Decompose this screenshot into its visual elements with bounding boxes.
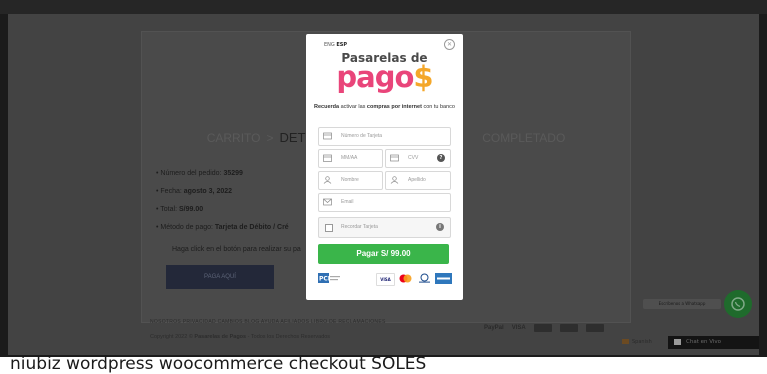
whatsapp-button[interactable] — [724, 290, 752, 318]
remember-card-checkbox[interactable] — [325, 224, 333, 232]
amex-logo — [435, 273, 452, 284]
expiry-placeholder: MM/AA — [341, 155, 358, 161]
chat-icon — [674, 338, 681, 345]
flag-icon — [622, 339, 629, 344]
remember-card-label: Recordar Tarjeta — [341, 224, 378, 230]
last-name-placeholder: Apellido — [408, 177, 426, 183]
order-total-row: • Total: S/99.00 — [156, 206, 204, 213]
browser-top-bar — [0, 0, 767, 15]
pci-logo: PCI — [318, 273, 342, 284]
step-details: DET — [279, 130, 306, 145]
order-date-value: agosto 3, 2022 — [183, 188, 233, 195]
pci-label: PCI — [319, 276, 330, 283]
pay-instructions: Haga click en el botón para realizar su … — [172, 246, 301, 253]
email-field[interactable]: Email — [318, 193, 451, 212]
remember-card-row: Recordar Tarjeta i — [318, 217, 451, 238]
cvv-placeholder: CVV — [408, 155, 419, 161]
chat-label: Chat en Vivo — [686, 339, 722, 345]
order-date-row: • Fecha: agosto 3, 2022 — [156, 188, 233, 195]
page-viewport: CARRITO > DET COMPLETADO • Número del pedi… — [8, 14, 759, 355]
tagline-suffix: con tu banco — [421, 104, 455, 110]
envelope-icon — [323, 198, 332, 206]
lang-esp[interactable]: ESP — [336, 42, 347, 48]
order-summary: • Número del pedido: 35299 • Fecha: agos… — [156, 170, 289, 242]
calendar-icon — [323, 154, 332, 162]
copyright-suffix: - Todos los Derechos Reservados — [246, 334, 331, 340]
info-icon[interactable]: i — [436, 223, 444, 231]
first-name-field[interactable]: Nombre — [318, 171, 383, 190]
payment-method-row: • Método de pago: Tarjeta de Débito / Cr… — [156, 224, 289, 231]
first-name-placeholder: Nombre — [341, 177, 359, 183]
tagline-prefix: Recuerda — [314, 104, 340, 110]
paypal-logo: PayPal — [484, 325, 504, 331]
order-number-value: 35299 — [223, 170, 243, 177]
footer-payment-logos: PayPal VISA — [484, 322, 604, 334]
footer-copyright: Copyright 2022 © Pasarelas de Pagos - To… — [150, 334, 330, 340]
step-cart[interactable]: CARRITO — [207, 131, 261, 145]
tagline-bold: compras por internet — [366, 104, 422, 110]
order-number-label: Número del pedido: — [160, 170, 222, 177]
modal-tagline: Recuerda activar las compras por interne… — [312, 103, 457, 111]
pay-here-button[interactable]: PAGA AQUÍ — [166, 265, 274, 289]
top-bar-field — [599, 0, 749, 15]
tagline-mid: activar las — [339, 104, 367, 110]
whatsapp-tooltip: Escríbenos a Whatsapp — [643, 299, 721, 309]
card-logo-icon — [585, 324, 604, 332]
brand-logo-main: pago$ — [306, 60, 463, 94]
accepted-cards: VISA — [376, 273, 452, 286]
copyright-prefix: Copyright 2022 © — [150, 334, 195, 340]
pay-submit-button[interactable]: Pagar S/ 99.00 — [318, 244, 449, 264]
language-label: Spanish — [632, 339, 652, 345]
payment-method-label: Método de pago: — [160, 224, 213, 231]
step-completed: COMPLETADO — [482, 131, 566, 145]
footer-links[interactable]: NOSOTROS PRIVACIDAD CAMBIOS BLOG AYUDA A… — [150, 319, 386, 325]
last-name-field[interactable]: Apellido — [385, 171, 451, 190]
help-icon[interactable]: ? — [437, 154, 445, 162]
credit-card-icon — [323, 132, 332, 140]
lang-eng[interactable]: ENG — [324, 42, 335, 48]
order-total-label: Total: — [160, 206, 178, 213]
image-caption: niubiz wordpress woocommerce checkout SO… — [10, 354, 427, 374]
expiry-field[interactable]: MM/AA — [318, 149, 383, 168]
step-separator: > — [266, 131, 274, 145]
user-icon — [323, 176, 332, 184]
live-chat-button[interactable]: Chat en Vivo — [668, 336, 759, 349]
whatsapp-icon — [731, 297, 745, 311]
language-switch: ENG ESP — [324, 42, 347, 48]
email-placeholder: Email — [341, 199, 354, 205]
screenshot-frame: CARRITO > DET COMPLETADO • Número del pedi… — [0, 0, 767, 357]
order-date-label: Fecha: — [160, 188, 182, 195]
user-icon — [390, 176, 399, 184]
card-number-placeholder: Número de Tarjeta — [341, 133, 383, 139]
language-selector[interactable]: Spanish — [622, 339, 652, 345]
diners-club-logo — [419, 273, 430, 283]
brand-logo-dollar: $ — [413, 60, 433, 94]
payment-modal: ENG ESP ✕ Pasarelas de pago$ Recuerda ac… — [306, 34, 463, 300]
order-total-value: S/99.00 — [178, 206, 204, 213]
visa-logo: VISA — [511, 325, 526, 331]
copyright-brand: Pasarelas de Pagos — [194, 334, 247, 340]
brand-logo-word: pago — [336, 60, 414, 94]
order-number-row: • Número del pedido: 35299 — [156, 170, 243, 177]
card-number-field[interactable]: Número de Tarjeta — [318, 127, 451, 146]
card-logo-icon — [559, 324, 578, 332]
card-logo-icon — [533, 324, 552, 332]
cvv-field[interactable]: CVV ? — [385, 149, 451, 168]
visa-card-logo: VISA — [376, 273, 395, 286]
payment-method-value: Tarjeta de Débito / Cré — [214, 224, 289, 231]
close-icon[interactable]: ✕ — [444, 39, 455, 50]
card-back-icon — [390, 154, 399, 162]
mastercard-logo — [399, 274, 412, 283]
